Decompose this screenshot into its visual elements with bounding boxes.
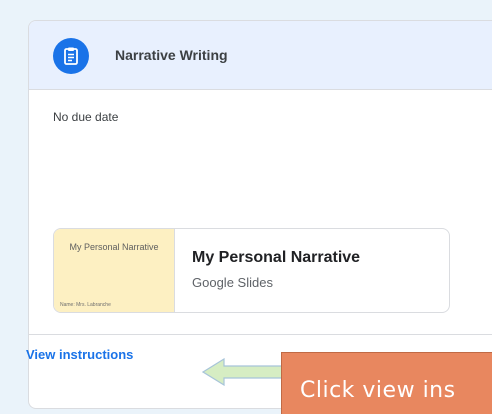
attachment-thumbnail: My Personal Narrative Name: Mrs. Labranc… bbox=[54, 229, 175, 312]
assignment-title: Narrative Writing bbox=[115, 47, 228, 63]
divider bbox=[29, 334, 492, 335]
attachment-title: My Personal Narrative bbox=[192, 249, 361, 266]
assignment-header[interactable]: Narrative Writing bbox=[29, 21, 492, 90]
due-date: No due date bbox=[53, 110, 119, 124]
assignment-icon bbox=[53, 38, 89, 74]
view-instructions-link[interactable]: View instructions bbox=[26, 347, 133, 362]
thumbnail-title: My Personal Narrative bbox=[69, 242, 159, 252]
attachment-card[interactable]: My Personal Narrative Name: Mrs. Labranc… bbox=[53, 228, 450, 313]
thumbnail-name: Name: Mrs. Labranche bbox=[60, 302, 111, 308]
attachment-type: Google Slides bbox=[192, 275, 273, 290]
instruction-callout: Click view ins bbox=[281, 352, 492, 414]
callout-text: Click view ins bbox=[300, 378, 456, 403]
